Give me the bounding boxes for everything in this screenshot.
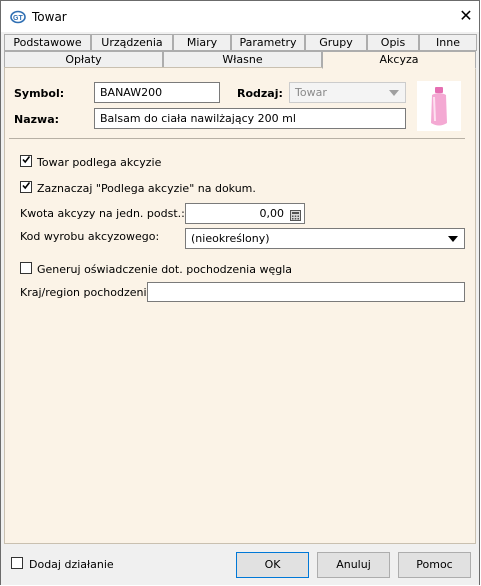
- tab-wlasne[interactable]: Własne: [163, 51, 322, 68]
- mark-on-documents-label: Zaznaczaj "Podlega akcyzie" na dokum.: [37, 182, 256, 195]
- help-button[interactable]: Pomoc: [398, 552, 471, 578]
- excise-code-value: (nieokreślony): [191, 232, 270, 245]
- tab-inne[interactable]: Inne: [419, 34, 477, 51]
- coal-origin-checkbox[interactable]: [20, 262, 32, 274]
- add-action-label: Dodaj działanie: [29, 558, 114, 571]
- coal-origin-label: Generuj oświadczenie dot. pochodzenia wę…: [37, 263, 293, 276]
- tab-grupy[interactable]: Grupy: [305, 34, 367, 51]
- calculator-icon[interactable]: [290, 208, 301, 223]
- nazwa-label: Nazwa:: [14, 113, 60, 126]
- excise-subject-label: Towar podlega akcyzie: [37, 156, 162, 169]
- tab-oplaty[interactable]: Opłaty: [4, 51, 163, 68]
- chevron-down-icon: [389, 90, 399, 96]
- excise-code-label: Kod wyrobu akcyzowego:: [20, 230, 160, 243]
- nazwa-input[interactable]: Balsam do ciała nawilżający 200 ml: [94, 108, 406, 129]
- title-bar: GT Towar ✕: [1, 1, 479, 32]
- product-image[interactable]: [417, 81, 461, 131]
- origin-country-input[interactable]: [147, 282, 465, 302]
- excise-code-select[interactable]: (nieokreślony): [185, 228, 465, 249]
- rodzaj-value: Towar: [295, 86, 327, 99]
- tab-parametry[interactable]: Parametry: [231, 34, 305, 51]
- excise-amount-label: Kwota akcyzy na jedn. podst.:: [20, 207, 185, 220]
- excise-amount-value: 0,00: [259, 207, 285, 220]
- tab-opis[interactable]: Opis: [367, 34, 419, 51]
- symbol-input[interactable]: BANAW200: [94, 82, 220, 103]
- check-icon: [22, 156, 30, 164]
- rodzaj-select[interactable]: Towar: [289, 82, 406, 103]
- svg-text:GT: GT: [13, 15, 23, 22]
- tab-urzadzenia[interactable]: Urządzenia: [91, 34, 173, 51]
- origin-country-label: Kraj/region pochodzenia:: [20, 286, 157, 299]
- window-title: Towar: [32, 10, 67, 24]
- lotion-bottle-icon: [431, 87, 447, 126]
- mark-on-documents-checkbox[interactable]: [20, 181, 32, 193]
- add-action-checkbox[interactable]: [11, 557, 23, 569]
- tab-miary[interactable]: Miary: [173, 34, 231, 51]
- close-icon[interactable]: ✕: [453, 4, 479, 28]
- cancel-button[interactable]: Anuluj: [317, 552, 390, 578]
- excise-amount-input[interactable]: 0,00: [185, 203, 305, 224]
- check-icon: [22, 182, 30, 190]
- product-dialog: GT Towar ✕ Podstawowe Urządzenia Miary P…: [0, 0, 480, 585]
- excise-subject-checkbox[interactable]: [20, 155, 32, 167]
- tab-podstawowe[interactable]: Podstawowe: [4, 34, 91, 51]
- ok-button[interactable]: OK: [236, 552, 309, 578]
- tab-akcyza[interactable]: Akcyza: [322, 51, 476, 69]
- symbol-label: Symbol:: [14, 87, 65, 100]
- app-logo-icon: GT: [10, 10, 26, 24]
- rodzaj-label: Rodzaj:: [237, 87, 283, 100]
- header-separator: [9, 138, 465, 139]
- chevron-down-icon: [448, 236, 458, 242]
